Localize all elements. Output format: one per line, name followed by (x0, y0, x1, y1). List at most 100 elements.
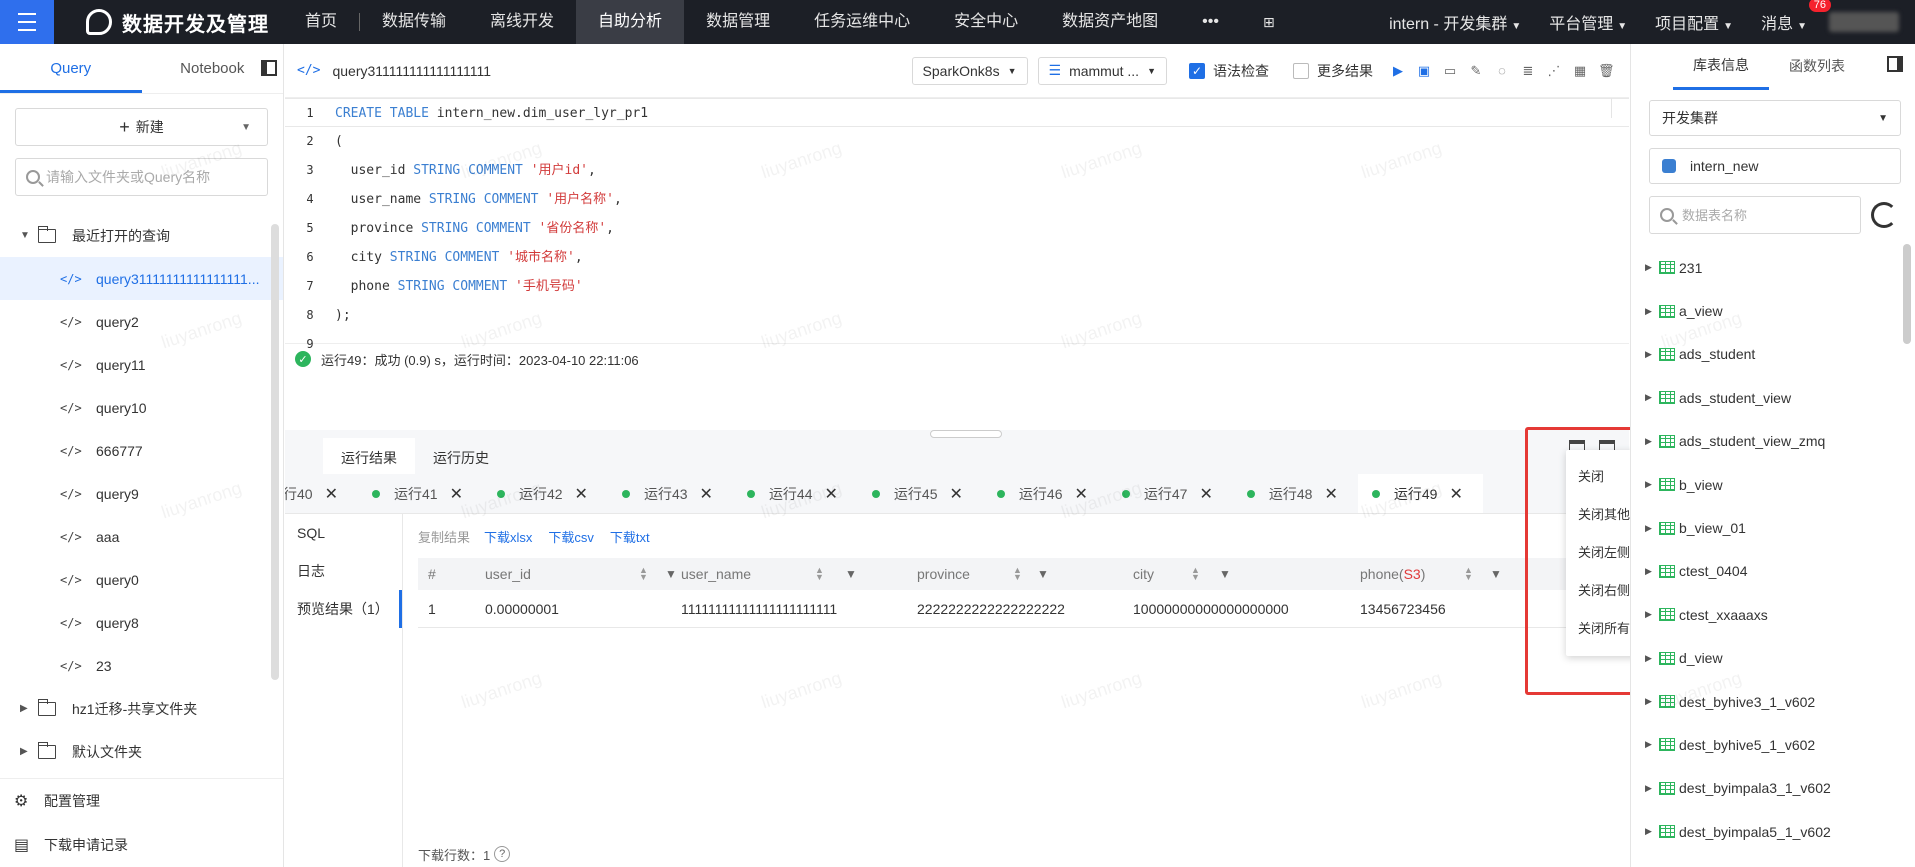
col-phone[interactable]: phone(S3) ▲ ▼ ▼ (1350, 558, 1530, 590)
share-icon[interactable]: ⋰ (1546, 63, 1562, 79)
platform-dropdown[interactable]: 平台管理 ▼ (1535, 10, 1641, 34)
col-user-name[interactable]: user_name ▲ ▼ ▼ (671, 558, 907, 590)
table-item[interactable]: ▶ dest_byhive3_1_v602 (1631, 680, 1915, 723)
folder-shared[interactable]: ▶ hz1迁移-共享文件夹 (0, 687, 283, 730)
nav-home[interactable]: 首页 (283, 0, 359, 44)
copy-result-button[interactable]: 复制结果 (418, 527, 470, 546)
caret-right-icon[interactable]: ▶ (1645, 349, 1659, 360)
caret-right-icon[interactable]: ▶ (1645, 826, 1659, 837)
tab-run-history[interactable]: 运行历史 (415, 438, 507, 478)
menu-icon[interactable] (0, 0, 54, 44)
close-icon[interactable]: ✕ (325, 484, 338, 504)
run-icon[interactable]: ▶ (1390, 63, 1406, 79)
table-item[interactable]: ▶ b_view (1631, 463, 1915, 506)
table-item[interactable]: ▶ a_view (1631, 289, 1915, 332)
run-tab[interactable]: 运行40 ✕ (285, 474, 358, 513)
run-tab[interactable]: 运行44 ✕ (733, 474, 858, 513)
right-scrollbar[interactable] (1903, 244, 1911, 344)
caret-right-icon[interactable]: ▶ (1645, 783, 1659, 794)
col-user-id[interactable]: user_id ▲ ▼ ▼ (475, 558, 677, 590)
nav-offline-dev[interactable]: 离线开发 (468, 0, 576, 44)
run-selected-icon[interactable]: ▣ (1416, 63, 1432, 79)
sort-icon[interactable]: ▲ ▼ (1191, 566, 1200, 582)
collapse-panel-icon[interactable] (1887, 56, 1903, 72)
run-tab[interactable]: 运行41 ✕ (358, 474, 483, 513)
nav-more[interactable]: ••• (1180, 0, 1241, 44)
query-item[interactable]: </> query31111111111111111... (0, 257, 283, 300)
format-icon[interactable]: ≣ (1520, 63, 1536, 79)
caret-right-icon[interactable]: ▶ (1645, 609, 1659, 620)
col-province[interactable]: province ▲ ▼ ▼ (907, 558, 1123, 590)
query-search-input[interactable] (46, 169, 246, 185)
table-item[interactable]: ▶ dest_byimpala5_1_v602 (1631, 810, 1915, 853)
download-records[interactable]: ▤ 下载申请记录 (0, 823, 283, 867)
caret-right-icon[interactable]: ▶ (20, 703, 38, 714)
syntax-check-checkbox[interactable]: ✓ 语法检查 (1189, 61, 1269, 81)
caret-right-icon[interactable]: ▶ (1645, 436, 1659, 447)
table-item[interactable]: ▶dest_byspark3_1_v602 (1631, 853, 1915, 867)
caret-right-icon[interactable]: ▶ (1645, 262, 1659, 273)
close-icon[interactable]: ✕ (950, 484, 963, 504)
table-item[interactable]: ▶ dest_byimpala3_1_v602 (1631, 767, 1915, 810)
query-item[interactable]: </> query11 (0, 343, 283, 386)
table-item[interactable]: ▶ dest_byhive5_1_v602 (1631, 723, 1915, 766)
editor-scrollbar[interactable] (1611, 98, 1623, 118)
table-item[interactable]: ▶ 231 (1631, 246, 1915, 289)
run-tab[interactable]: 运行42 ✕ (483, 474, 608, 513)
download-csv-link[interactable]: 下载csv (548, 527, 594, 546)
query-item[interactable]: </> query2 (0, 300, 283, 343)
lightbulb-icon[interactable]: ◌ (1494, 63, 1510, 79)
nav-data-management[interactable]: 数据管理 (684, 0, 792, 44)
cluster-dropdown[interactable]: intern - 开发集群 ▼ (1375, 10, 1535, 34)
filter-icon[interactable]: ▼ (1037, 567, 1049, 581)
cluster-select[interactable]: 开发集群 ▼ (1649, 100, 1901, 136)
resize-handle[interactable] (930, 430, 1002, 438)
run-tab[interactable]: 运行46 ✕ (983, 474, 1108, 513)
caret-right-icon[interactable]: ▶ (1645, 653, 1659, 664)
close-icon[interactable]: ✕ (1324, 484, 1337, 504)
caret-right-icon[interactable]: ▶ (1645, 739, 1659, 750)
table-item[interactable]: ▶ ctest_0404 (1631, 550, 1915, 593)
run-tab[interactable]: 运行48 ✕ (1233, 474, 1358, 513)
caret-right-icon[interactable]: ▶ (1645, 392, 1659, 403)
logo[interactable]: 数据开发及管理 (86, 8, 269, 37)
tab-table-info[interactable]: 库表信息 (1673, 43, 1769, 90)
query-item[interactable]: </> 666777 (0, 429, 283, 472)
folder-default[interactable]: ▶ 默认文件夹 (0, 730, 283, 773)
messages-dropdown[interactable]: 消息 ▼ 76 (1747, 0, 1831, 34)
nav-task-ops[interactable]: 任务运维中心 (792, 0, 932, 44)
sort-icon[interactable]: ▲ ▼ (1464, 566, 1473, 582)
new-button[interactable]: + 新建 ▼ (15, 108, 268, 146)
download-txt-link[interactable]: 下载txt (610, 527, 650, 546)
config-management[interactable]: ⚙ 配置管理 (0, 779, 283, 823)
caret-right-icon[interactable]: ▶ (1645, 523, 1659, 534)
table-item[interactable]: ▶ ads_student_view (1631, 376, 1915, 419)
table-item[interactable]: ▶ ads_student (1631, 333, 1915, 376)
tab-function-list[interactable]: 函数列表 (1769, 44, 1865, 88)
sort-icon[interactable]: ▲ ▼ (815, 566, 824, 582)
close-icon[interactable]: ✕ (450, 484, 463, 504)
caret-right-icon[interactable]: ▶ (1645, 696, 1659, 707)
run-tab[interactable]: 运行43 ✕ (608, 474, 733, 513)
caret-right-icon[interactable]: ▶ (1645, 306, 1659, 317)
download-xlsx-link[interactable]: 下载xlsx (484, 527, 532, 546)
filter-icon[interactable]: ▼ (1219, 567, 1231, 581)
close-icon[interactable]: ✕ (1074, 484, 1087, 504)
history-icon[interactable]: ▦ (1572, 63, 1588, 79)
caret-down-icon[interactable]: ▼ (20, 230, 38, 241)
table-search-input[interactable] (1682, 207, 1842, 223)
run-tab[interactable]: 运行45 ✕ (858, 474, 983, 513)
fullscreen-icon[interactable]: ⊞ (1241, 0, 1297, 44)
nav-self-analysis[interactable]: 自助分析 (576, 0, 685, 44)
avatar[interactable] (1829, 12, 1899, 32)
collapse-panel-icon[interactable] (261, 60, 277, 76)
delete-icon[interactable]: 🗑 (1598, 63, 1615, 79)
side-sql[interactable]: SQL (285, 514, 402, 552)
engine-select[interactable]: SparkOnk8s ▼ (911, 56, 1028, 85)
table-item[interactable]: ▶ ctest_xxaaaxs (1631, 593, 1915, 636)
edit-icon[interactable]: ✎ (1468, 63, 1484, 79)
close-icon[interactable]: ✕ (700, 484, 713, 504)
close-icon[interactable]: ✕ (575, 484, 588, 504)
query-item[interactable]: </> query0 (0, 558, 283, 601)
table-item[interactable]: ▶ d_view (1631, 637, 1915, 680)
